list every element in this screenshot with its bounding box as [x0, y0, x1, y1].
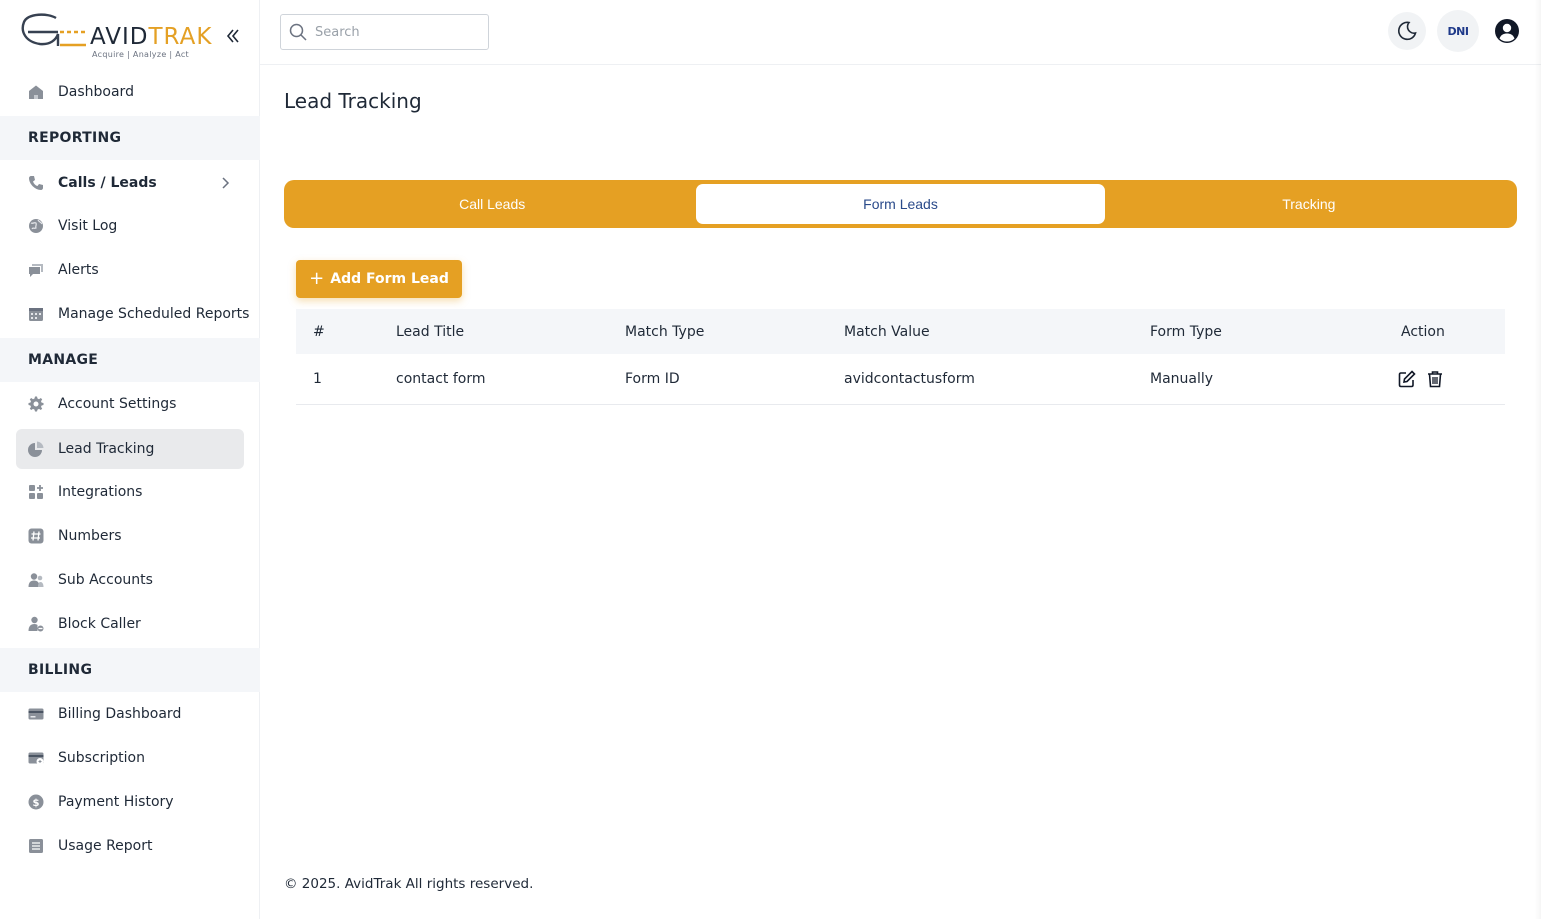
tab-form-leads[interactable]: Form Leads — [696, 184, 1105, 224]
sidebar-item-usage-report[interactable]: Usage Report — [16, 826, 244, 866]
dni-button[interactable]: DNI — [1437, 10, 1479, 52]
sidebar-item-label: Alerts — [58, 262, 99, 278]
sidebar-item-label: Account Settings — [58, 396, 177, 412]
home-icon — [28, 84, 44, 100]
right-edge-shadow — [1535, 0, 1541, 919]
sidebar-item-label: Payment History — [58, 794, 174, 810]
plus-icon: + — [309, 268, 325, 289]
avidtrak-logo[interactable]: AVIDTRAK Acquire | Analyze | Act — [20, 12, 220, 62]
sidebar-item-label: Lead Tracking — [58, 441, 155, 457]
dni-label: DNI — [1447, 24, 1469, 38]
sidebar-item-label: Numbers — [58, 528, 122, 544]
logo-tagline: Acquire | Analyze | Act — [92, 50, 189, 59]
row-actions — [1398, 354, 1444, 404]
sidebar-item-label: Dashboard — [58, 84, 134, 100]
column-header-number: # — [313, 323, 325, 340]
edit-icon[interactable] — [1398, 370, 1416, 388]
sidebar-item-block-caller[interactable]: Block Caller — [16, 604, 244, 644]
search-icon — [289, 23, 307, 41]
user-profile-button[interactable] — [1488, 12, 1526, 50]
sidebar-item-visit-log[interactable]: Visit Log — [16, 206, 244, 246]
sidebar-item-label: Block Caller — [58, 616, 141, 632]
globe-icon — [28, 218, 44, 234]
cell-match-type: Form ID — [625, 371, 680, 387]
sidebar-item-account-settings[interactable]: Account Settings — [16, 384, 244, 424]
sidebar-item-label: Integrations — [58, 484, 143, 500]
logo-mark-icon — [21, 13, 86, 47]
sidebar-item-alerts[interactable]: Alerts — [16, 250, 244, 290]
sidebar-item-manage-scheduled-reports[interactable]: Manage Scheduled Reports — [16, 294, 249, 334]
section-manage: MANAGE — [0, 338, 260, 382]
chevron-right-icon — [222, 177, 230, 189]
top-header: DNI — [260, 0, 1541, 65]
sidebar-item-lead-tracking[interactable]: Lead Tracking — [16, 429, 244, 469]
sidebar-item-billing-dashboard[interactable]: Billing Dashboard — [16, 694, 244, 734]
cell-number: 1 — [313, 371, 322, 387]
add-form-lead-button[interactable]: + Add Form Lead — [296, 260, 462, 298]
sidebar-item-label: Subscription — [58, 750, 145, 766]
subscription-card-icon — [28, 750, 44, 766]
svg-text:$: $ — [33, 798, 40, 809]
logo-word-avid: AVID — [90, 24, 149, 50]
sidebar-item-dashboard[interactable]: Dashboard — [16, 72, 244, 112]
lead-type-tabs: Call Leads Form Leads Tracking — [284, 180, 1517, 228]
hash-icon — [28, 528, 44, 544]
sidebar-item-label: Manage Scheduled Reports — [58, 306, 250, 322]
section-reporting: REPORTING — [0, 116, 260, 160]
form-leads-table: # Lead Title Match Type Match Value Form… — [296, 309, 1505, 405]
column-header-match-value: Match Value — [844, 323, 930, 340]
cell-match-value: avidcontactusform — [844, 371, 975, 387]
sidebar-item-label: Usage Report — [58, 838, 153, 854]
user-block-icon — [28, 616, 44, 632]
search-input[interactable] — [315, 24, 485, 40]
search-box[interactable] — [280, 14, 489, 50]
sidebar-item-label: Sub Accounts — [58, 572, 153, 588]
column-header-lead-title: Lead Title — [396, 323, 465, 340]
sidebar-item-label: Calls / Leads — [58, 175, 157, 191]
gear-icon — [28, 396, 44, 412]
table-row: 1 contact form Form ID avidcontactusform… — [296, 354, 1505, 405]
cell-lead-title: contact form — [396, 371, 486, 387]
sidebar-item-payment-history[interactable]: $ Payment History — [16, 782, 244, 822]
column-header-form-type: Form Type — [1150, 323, 1222, 340]
add-form-lead-label: Add Form Lead — [330, 271, 449, 287]
column-header-action: Action — [1401, 323, 1445, 340]
sidebar-item-subscription[interactable]: Subscription — [16, 738, 244, 778]
table-header: # Lead Title Match Type Match Value Form… — [296, 309, 1505, 354]
apps-icon — [28, 484, 44, 500]
page-title: Lead Tracking — [284, 89, 422, 113]
column-header-match-type: Match Type — [625, 323, 705, 340]
moon-icon — [1398, 21, 1417, 41]
tab-tracking[interactable]: Tracking — [1105, 184, 1513, 224]
footer-copyright: © 2025. AvidTrak All rights reserved. — [284, 876, 534, 892]
users-icon — [28, 572, 44, 588]
double-chevron-left-icon — [226, 29, 239, 43]
calendar-icon — [28, 306, 44, 322]
pie-chart-icon — [28, 441, 44, 457]
phone-icon — [28, 175, 44, 191]
trash-icon[interactable] — [1426, 370, 1444, 388]
list-icon — [28, 838, 44, 854]
sidebar-item-numbers[interactable]: Numbers — [16, 516, 244, 556]
sidebar-item-calls-leads[interactable]: Calls / Leads — [16, 163, 244, 203]
section-billing: BILLING — [0, 648, 260, 692]
dark-mode-toggle[interactable] — [1388, 12, 1426, 50]
collapse-sidebar-button[interactable] — [224, 26, 242, 46]
credit-card-icon — [28, 706, 44, 722]
sidebar: AVIDTRAK Acquire | Analyze | Act Dashboa… — [0, 0, 260, 919]
tab-call-leads[interactable]: Call Leads — [288, 184, 696, 224]
sidebar-item-label: Visit Log — [58, 218, 118, 234]
sidebar-item-label: Billing Dashboard — [58, 706, 182, 722]
cell-form-type: Manually — [1150, 371, 1214, 387]
dollar-icon: $ — [28, 794, 44, 810]
user-circle-icon — [1495, 19, 1519, 43]
logo-word-trak: TRAK — [148, 24, 213, 50]
chat-icon — [28, 262, 44, 278]
logo-wordmark: AVIDTRAK — [90, 24, 212, 50]
sidebar-item-integrations[interactable]: Integrations — [16, 472, 244, 512]
sidebar-item-sub-accounts[interactable]: Sub Accounts — [16, 560, 244, 600]
